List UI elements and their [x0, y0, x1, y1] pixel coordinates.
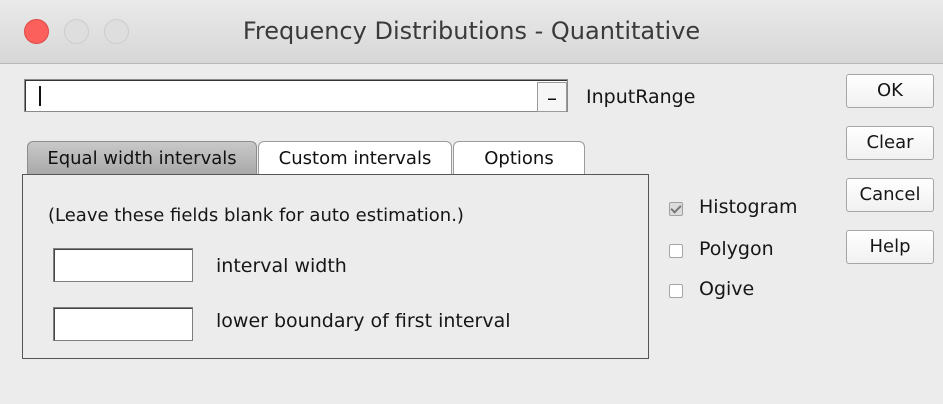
auto-estimation-note: (Leave these fields blank for auto estim… [48, 205, 464, 226]
equal-width-intervals-panel: (Leave these fields blank for auto estim… [22, 174, 649, 359]
input-range-field[interactable] [24, 79, 568, 112]
ok-button[interactable]: OK [846, 74, 934, 108]
dialog-window: Frequency Distributions - Quantitative _… [0, 0, 943, 404]
window-title: Frequency Distributions - Quantitative [242, 17, 701, 45]
title-bar: Frequency Distributions - Quantitative [0, 0, 943, 64]
text-cursor-icon [39, 86, 41, 106]
input-range-picker-button[interactable]: _ [537, 82, 567, 112]
input-range-label: InputRange [586, 86, 696, 108]
interval-width-label: interval width [216, 255, 347, 277]
polygon-label: Polygon [699, 238, 774, 260]
histogram-label: Histogram [699, 196, 798, 218]
lower-boundary-label: lower boundary of first interval [216, 310, 511, 332]
tab-equal-width-intervals[interactable]: Equal width intervals [27, 141, 257, 174]
polygon-checkbox[interactable] [669, 244, 683, 258]
clear-button[interactable]: Clear [846, 126, 934, 160]
histogram-checkbox[interactable] [669, 202, 683, 216]
tab-options[interactable]: Options [453, 141, 585, 174]
interval-width-field[interactable] [53, 248, 193, 282]
help-button[interactable]: Help [846, 230, 934, 264]
tab-custom-intervals[interactable]: Custom intervals [258, 141, 452, 174]
lower-boundary-field[interactable] [53, 307, 193, 341]
checkmark-icon [670, 202, 682, 214]
cancel-button[interactable]: Cancel [846, 178, 934, 212]
ogive-checkbox[interactable] [669, 284, 683, 298]
ogive-label: Ogive [699, 278, 755, 300]
